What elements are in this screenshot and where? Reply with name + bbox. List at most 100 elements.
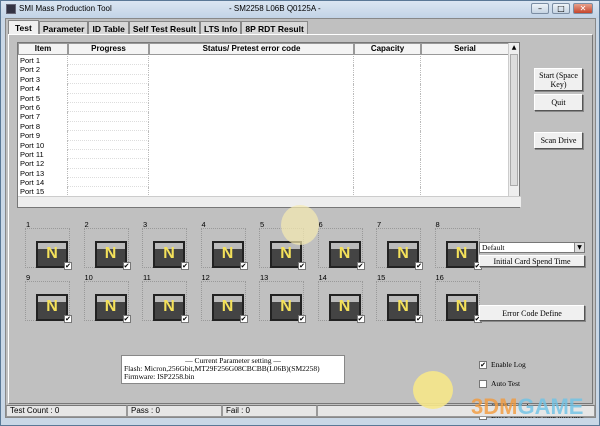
port-name: Port 5 [18, 93, 68, 103]
table-row[interactable]: Port 4 [18, 84, 509, 94]
drive-status-glyph: N [455, 298, 468, 315]
scan-drive-button[interactable]: Scan Drive [534, 132, 583, 149]
enable-log-checkbox[interactable]: ✔ Enable Log [479, 360, 526, 369]
col-item[interactable]: Item [18, 43, 68, 55]
initial-card-spend-time-button[interactable]: Initial Card Spend Time [479, 255, 585, 267]
tab-test[interactable]: Test [8, 20, 39, 35]
port-name: Port 10 [18, 140, 68, 150]
port-name: Port 3 [18, 74, 68, 85]
port-7[interactable]: 7 N ✔ [376, 220, 423, 270]
profile-select[interactable]: Default ▼ [479, 242, 585, 253]
port-6[interactable]: 6 N ✔ [317, 220, 365, 270]
port-4[interactable]: 4 N ✔ [200, 220, 248, 270]
port-enable-checkbox[interactable]: ✔ [298, 315, 306, 323]
quit-button[interactable]: Quit [534, 94, 583, 111]
port-2[interactable]: 2 N ✔ [83, 220, 131, 270]
port-enable-checkbox[interactable]: ✔ [64, 315, 72, 323]
capacity-cell [354, 168, 421, 179]
port-enable-checkbox[interactable]: ✔ [356, 262, 365, 270]
col-serial[interactable]: Serial [421, 43, 509, 55]
chevron-down-icon[interactable]: ▼ [574, 243, 584, 252]
port-frame: N ✔ [434, 281, 482, 323]
drive-status-glyph: N [338, 245, 351, 262]
start-button[interactable]: Start (Space Key) [534, 68, 583, 91]
port-enable-checkbox[interactable]: ✔ [356, 315, 365, 323]
status-cell [149, 140, 354, 150]
port-9[interactable]: 9 N ✔ [25, 273, 72, 323]
progress-cell [68, 140, 149, 150]
port-16[interactable]: 16 N ✔ [434, 273, 482, 323]
checkbox-label: Enable Log [491, 360, 526, 369]
capacity-cell [354, 112, 421, 122]
table-row[interactable]: Port 11 [18, 149, 509, 160]
table-row[interactable]: Port 14 [18, 178, 509, 188]
pass-count: Pass : 0 [127, 405, 222, 417]
table-row[interactable]: Port 3 [18, 74, 509, 85]
tab-self-test-result[interactable]: Self Test Result [128, 21, 201, 35]
table-row[interactable]: Port 12 [18, 159, 509, 169]
maximize-button[interactable]: □ [552, 3, 570, 14]
scroll-thumb[interactable] [510, 54, 518, 186]
app-window: SMI Mass Production Tool - SM2258 L06B Q… [0, 0, 600, 426]
table-row[interactable]: Port 13 [18, 168, 509, 179]
drive-status-glyph: N [163, 245, 175, 262]
port-name: Port 1 [18, 56, 68, 66]
port-enable-checkbox[interactable]: ✔ [122, 262, 131, 270]
tab-8p-rdt-result[interactable]: 8P RDT Result [241, 21, 308, 35]
port-enable-checkbox[interactable]: ✔ [415, 315, 423, 323]
tab-lts-info[interactable]: LTS Info [200, 21, 242, 35]
status-cell [149, 168, 354, 179]
port-enable-checkbox[interactable]: ✔ [64, 262, 72, 270]
port-enable-checkbox[interactable]: ✔ [415, 262, 423, 270]
table-row[interactable]: Port 9 [18, 131, 509, 141]
port-enable-checkbox[interactable]: ✔ [298, 262, 306, 270]
serial-cell [421, 169, 509, 178]
table-body: Port 1 Port 2 Port 3 Port 4 Port 5 Port 6 Port… [18, 56, 509, 197]
vertical-scrollbar[interactable]: ▲ [508, 43, 519, 198]
port-12[interactable]: 12 N ✔ [200, 273, 248, 323]
port-enable-checkbox[interactable]: ✔ [239, 315, 248, 323]
serial-cell [421, 141, 509, 150]
col-capacity[interactable]: Capacity [354, 43, 421, 55]
port-8[interactable]: 8 N ✔ [434, 220, 482, 270]
horizontal-scrollbar[interactable] [18, 196, 521, 207]
scroll-up-icon[interactable]: ▲ [509, 43, 519, 53]
minimize-button[interactable]: – [531, 3, 549, 14]
port-frame: N ✔ [142, 228, 189, 270]
drive-status-glyph: N [163, 298, 175, 315]
drive-status-glyph: N [104, 298, 117, 315]
capacity-cell [354, 140, 421, 150]
capacity-cell [354, 93, 421, 103]
port-10[interactable]: 10 N ✔ [83, 273, 131, 323]
port-13[interactable]: 13 N ✔ [259, 273, 306, 323]
port-14[interactable]: 14 N ✔ [317, 273, 365, 323]
port-15[interactable]: 15 N ✔ [376, 273, 423, 323]
port-name: Port 13 [18, 168, 68, 179]
table-row[interactable]: Port 8 [18, 121, 509, 132]
port-name: Port 6 [18, 102, 68, 113]
port-1[interactable]: 1 N ✔ [25, 220, 72, 270]
port-frame: N ✔ [434, 228, 482, 270]
port-11[interactable]: 11 N ✔ [142, 273, 189, 323]
table-row[interactable]: Port 10 [18, 140, 509, 150]
close-button[interactable]: ✕ [573, 3, 593, 14]
port-enable-checkbox[interactable]: ✔ [181, 262, 189, 270]
table-row[interactable]: Port 1 [18, 56, 509, 66]
port-enable-checkbox[interactable]: ✔ [239, 262, 248, 270]
tab-parameter[interactable]: Parameter [38, 21, 89, 35]
col-progress[interactable]: Progress [68, 43, 149, 55]
port-enable-checkbox[interactable]: ✔ [181, 315, 189, 323]
table-row[interactable]: Port 7 [18, 112, 509, 122]
tab-id-table[interactable]: ID Table [88, 21, 129, 35]
table-row[interactable]: Port 5 [18, 93, 509, 103]
auto-test-checkbox[interactable]: Auto Test [479, 379, 520, 388]
port-enable-checkbox[interactable]: ✔ [122, 315, 131, 323]
checkbox-box[interactable] [479, 379, 487, 388]
checkbox-box[interactable]: ✔ [479, 360, 487, 369]
col-status[interactable]: Status/ Pretest error code [149, 43, 354, 55]
table-row[interactable]: Port 6 [18, 102, 509, 113]
error-code-define-button[interactable]: Error Code Define [479, 305, 585, 321]
watermark-a: 3DM [471, 394, 518, 419]
table-row[interactable]: Port 2 [18, 65, 509, 75]
port-3[interactable]: 3 N ✔ [142, 220, 189, 270]
